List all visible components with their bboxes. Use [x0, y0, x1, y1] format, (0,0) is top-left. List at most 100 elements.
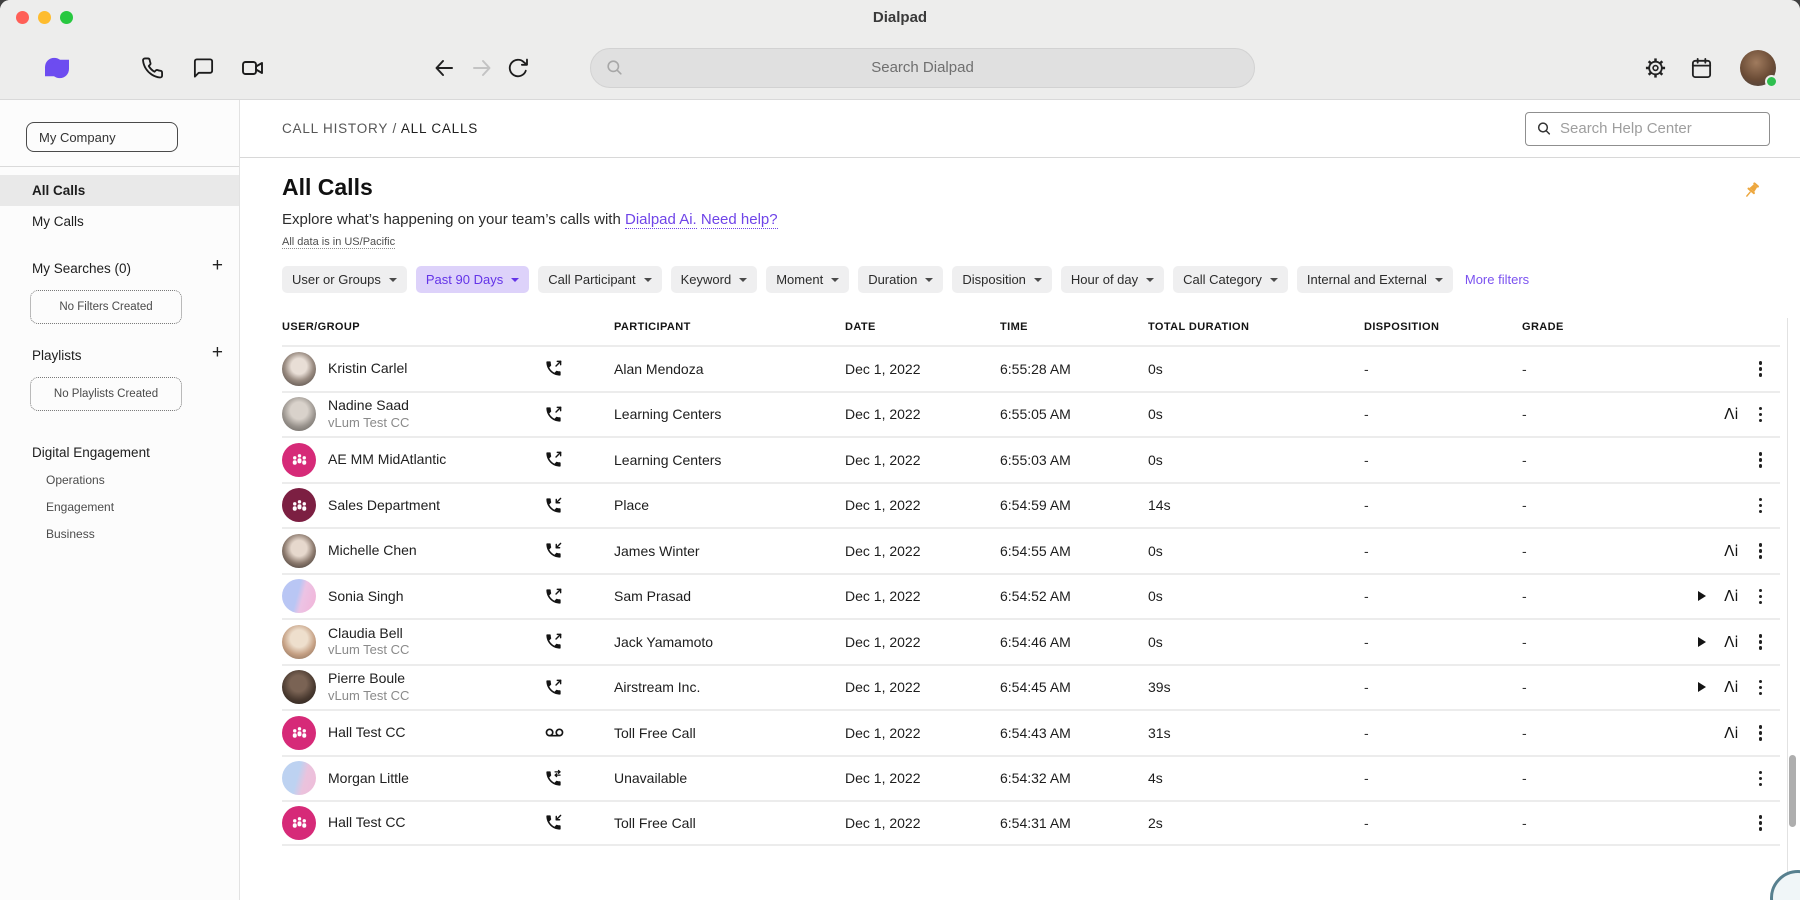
- table-row[interactable]: Morgan Little Unavailable Dec 1, 2022 6:…: [282, 755, 1780, 801]
- close-window-button[interactable]: [16, 11, 29, 24]
- play-recording-button[interactable]: [1698, 682, 1706, 692]
- settings-gear-icon[interactable]: [1644, 56, 1667, 79]
- row-menu-button[interactable]: [1757, 359, 1765, 379]
- participant-name: Alan Mendoza: [614, 361, 845, 377]
- row-menu-button[interactable]: [1757, 450, 1765, 470]
- col-time[interactable]: TIME: [1000, 321, 1148, 333]
- no-filters-placeholder[interactable]: No Filters Created: [30, 290, 182, 324]
- breadcrumb-parent[interactable]: CALL HISTORY: [282, 121, 388, 136]
- dialpad-ai-icon[interactable]: Ʌi: [1724, 405, 1738, 423]
- row-menu-button[interactable]: [1757, 587, 1765, 607]
- dialpad-ai-icon[interactable]: Ʌi: [1724, 724, 1738, 742]
- maximize-window-button[interactable]: [60, 11, 73, 24]
- row-menu-button[interactable]: [1757, 496, 1765, 516]
- table-row[interactable]: AE MM MidAtlantic Learning Centers Dec 1…: [282, 436, 1780, 482]
- row-menu-button[interactable]: [1757, 405, 1765, 425]
- table-row[interactable]: Hall Test CC Toll Free Call Dec 1, 2022 …: [282, 800, 1780, 846]
- col-total-duration[interactable]: TOTAL DURATION: [1148, 321, 1364, 333]
- table-row[interactable]: Sales Department Place Dec 1, 2022 6:54:…: [282, 482, 1780, 528]
- presence-status-dot: [1765, 75, 1778, 88]
- row-menu-button[interactable]: [1757, 769, 1765, 789]
- row-menu-button[interactable]: [1757, 678, 1765, 698]
- digital-engagement-child[interactable]: Business: [0, 527, 239, 541]
- table-row[interactable]: Hall Test CC Toll Free Call Dec 1, 2022 …: [282, 709, 1780, 755]
- table-row[interactable]: Michelle Chen James Winter Dec 1, 2022 6…: [282, 527, 1780, 573]
- filter-chip[interactable]: Internal and External: [1297, 266, 1453, 293]
- dialpad-logo-icon[interactable]: [40, 56, 74, 80]
- filter-chip[interactable]: Moment: [766, 266, 849, 293]
- sidebar-nav-item[interactable]: My Calls: [0, 206, 239, 237]
- col-user-group[interactable]: USER/GROUP: [282, 321, 542, 333]
- forward-arrow-icon[interactable]: [470, 56, 494, 80]
- calendar-icon[interactable]: [1690, 56, 1713, 79]
- avatar: [282, 352, 316, 386]
- profile-avatar[interactable]: [1740, 50, 1776, 86]
- outbound-call-icon: [544, 359, 563, 378]
- row-menu-button[interactable]: [1757, 541, 1765, 561]
- more-filters-link[interactable]: More filters: [1465, 272, 1529, 287]
- col-date[interactable]: DATE: [845, 321, 1000, 333]
- scrollbar-thumb[interactable]: [1789, 755, 1796, 827]
- call-disposition: -: [1364, 588, 1522, 604]
- dialpad-ai-icon[interactable]: Ʌi: [1724, 542, 1738, 560]
- back-arrow-icon[interactable]: [432, 56, 456, 80]
- digital-engagement-label[interactable]: Digital Engagement: [0, 445, 239, 460]
- row-menu-button[interactable]: [1757, 723, 1765, 743]
- calls-table-body: Kristin Carlel Alan Mendoza Dec 1, 2022 …: [282, 345, 1780, 846]
- dialpad-ai-icon[interactable]: Ʌi: [1724, 678, 1738, 696]
- call-time: 6:55:05 AM: [1000, 406, 1148, 422]
- col-disposition[interactable]: DISPOSITION: [1364, 321, 1522, 333]
- filter-chip[interactable]: Disposition: [952, 266, 1052, 293]
- filter-chip-label: Duration: [868, 272, 917, 287]
- table-row[interactable]: Nadine Saad vLum Test CC Learning Center…: [282, 391, 1780, 437]
- help-center-search-input[interactable]: [1560, 120, 1759, 137]
- scrollbar-track[interactable]: [1787, 318, 1797, 900]
- global-search-input[interactable]: [607, 59, 1238, 76]
- table-row[interactable]: Pierre Boule vLum Test CC Airstream Inc.…: [282, 664, 1780, 710]
- play-recording-button[interactable]: [1698, 637, 1706, 647]
- user-name: Hall Test CC: [328, 724, 406, 742]
- no-playlists-placeholder[interactable]: No Playlists Created: [30, 377, 182, 411]
- table-row[interactable]: Kristin Carlel Alan Mendoza Dec 1, 2022 …: [282, 345, 1780, 391]
- filter-chip[interactable]: Hour of day: [1061, 266, 1164, 293]
- filter-chip[interactable]: Duration: [858, 266, 943, 293]
- digital-engagement-child-label: Business: [46, 527, 95, 541]
- call-grade: -: [1522, 497, 1642, 513]
- add-playlist-button[interactable]: +: [212, 342, 223, 364]
- call-duration: 2s: [1148, 815, 1364, 831]
- dialpad-ai-icon[interactable]: Ʌi: [1724, 633, 1738, 651]
- pin-icon[interactable]: [1741, 180, 1762, 201]
- refresh-icon[interactable]: [507, 57, 529, 79]
- help-center-search[interactable]: [1525, 112, 1770, 146]
- table-row[interactable]: Claudia Bell vLum Test CC Jack Yamamoto …: [282, 618, 1780, 664]
- filter-chip[interactable]: User or Groups: [282, 266, 407, 293]
- col-grade[interactable]: GRADE: [1522, 321, 1642, 333]
- messages-tab-chat-icon[interactable]: [192, 56, 215, 79]
- dialpad-ai-icon[interactable]: Ʌi: [1724, 587, 1738, 605]
- dialpad-ai-link[interactable]: Dialpad Ai.: [625, 211, 697, 229]
- meetings-tab-video-icon[interactable]: [241, 56, 265, 80]
- filter-chip[interactable]: Call Participant: [538, 266, 661, 293]
- global-search-bar[interactable]: [590, 48, 1255, 88]
- add-search-button[interactable]: +: [212, 255, 223, 277]
- minimize-window-button[interactable]: [38, 11, 51, 24]
- need-help-link[interactable]: Need help?: [701, 211, 778, 229]
- col-participant[interactable]: PARTICIPANT: [614, 321, 845, 333]
- play-recording-button[interactable]: [1698, 591, 1706, 601]
- row-menu-button[interactable]: [1757, 813, 1765, 833]
- digital-engagement-child-label: Engagement: [46, 500, 114, 514]
- digital-engagement-child[interactable]: Operations: [0, 473, 239, 487]
- call-duration: 0s: [1148, 406, 1364, 422]
- breadcrumb: CALL HISTORY / ALL CALLS: [282, 121, 478, 136]
- filter-chip[interactable]: Call Category: [1173, 266, 1288, 293]
- table-row[interactable]: Sonia Singh Sam Prasad Dec 1, 2022 6:54:…: [282, 573, 1780, 619]
- calls-tab-phone-icon[interactable]: [141, 56, 164, 79]
- digital-engagement-child[interactable]: Engagement: [0, 500, 239, 514]
- call-date: Dec 1, 2022: [845, 543, 1000, 559]
- row-menu-button[interactable]: [1757, 632, 1765, 652]
- sidebar-nav-item[interactable]: All Calls: [0, 175, 239, 206]
- company-selector-button[interactable]: My Company: [26, 122, 178, 152]
- filter-chip[interactable]: Past 90 Days: [416, 266, 529, 293]
- call-date: Dec 1, 2022: [845, 815, 1000, 831]
- filter-chip[interactable]: Keyword: [671, 266, 758, 293]
